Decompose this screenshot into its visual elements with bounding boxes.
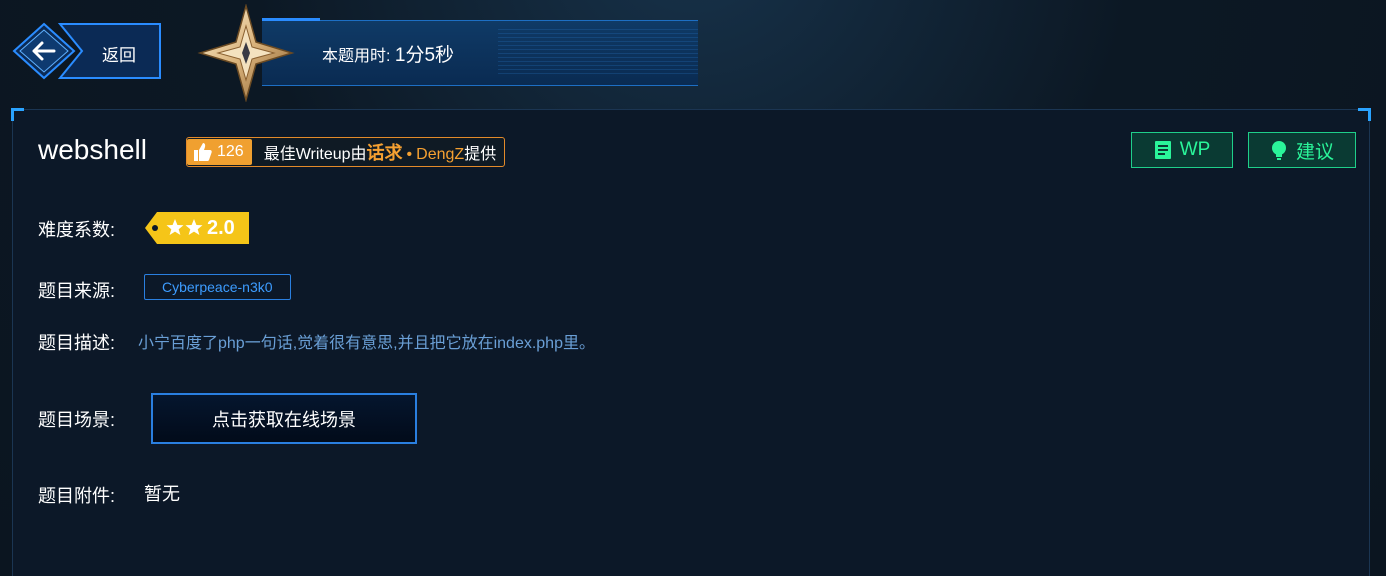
writeup-prefix: 最佳Writeup由 [263,146,367,163]
source-tag[interactable]: Cyberpeace-n3k0 [144,274,291,300]
challenge-panel: webshell 126 最佳Writeup由话求 • DengZ提供 WP 建… [11,108,1371,576]
document-icon [1154,141,1171,159]
like-count: 126 [217,143,244,160]
difficulty-tag-shape [145,212,249,244]
difficulty-tag: 2.0 [145,212,251,244]
challenge-title: webshell [38,134,147,165]
corner-decoration [11,108,24,121]
get-scene-button[interactable]: 点击获取在线场景 [151,393,417,444]
description-text: 小宁百度了php一句话,觉着很有意思,并且把它放在index.php里。 [138,335,595,352]
star-compass-icon [197,4,295,102]
wp-label: WP [1179,139,1211,160]
writeup-author[interactable]: DengZ [416,146,464,163]
timer-text: 本题用时: 1分5秒 [322,40,454,67]
suggest-button[interactable]: 建议 [1248,132,1356,168]
banner-stripes [498,29,698,77]
writeup-dot: • [406,146,413,163]
corner-decoration [1358,108,1371,121]
difficulty-label: 难度系数: [38,220,116,240]
lightbulb-icon [1271,141,1286,160]
writeup-suffix: 提供 [464,146,497,163]
description-label: 题目描述: [38,333,116,353]
back-button[interactable]: 返回 [10,22,162,82]
attachment-value: 暂无 [144,484,180,504]
best-writeup-badge[interactable]: 126 最佳Writeup由话求 • DengZ提供 [186,137,506,167]
difficulty-value: 2.0 [207,217,235,239]
writeup-credit: 最佳Writeup由话求 • DengZ提供 [252,139,505,165]
writeup-user[interactable]: 话求 [367,143,403,163]
like-count-badge[interactable]: 126 [187,139,252,165]
wp-button[interactable]: WP [1131,132,1233,168]
attachment-label: 题目附件: [38,486,116,506]
suggest-label: 建议 [1295,141,1334,163]
scene-label: 题目场景: [38,410,116,430]
timer-value: 1分5秒 [394,45,455,66]
thumbs-up-icon [194,143,212,161]
timer-label: 本题用时: [322,48,391,65]
back-arrow-icon [12,22,161,80]
challenge-page: 返回 本题用时: 1分5秒 webshell 126 最佳Writeup由话求 … [0,0,1386,576]
back-label: 返回 [102,46,136,65]
source-label: 题目来源: [38,281,116,301]
